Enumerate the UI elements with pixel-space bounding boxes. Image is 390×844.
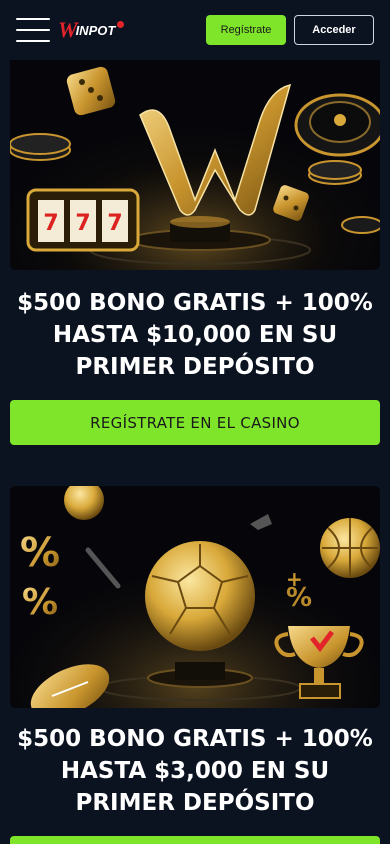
register-sports-button[interactable] — [10, 836, 380, 844]
svg-text:7: 7 — [107, 211, 122, 236]
promo-title-casino: $500 BONO GRATIS + 100% HASTA $10,000 EN… — [17, 290, 373, 380]
top-header: W INPOT Regístrate Acceder — [0, 0, 390, 60]
register-button[interactable]: Regístrate — [206, 15, 286, 45]
svg-text:%: % — [20, 530, 60, 576]
register-casino-button[interactable]: REGÍSTRATE EN EL CASINO — [10, 400, 380, 445]
svg-text:+: + — [286, 567, 303, 591]
casino-banner-image: 7 7 7 — [10, 60, 380, 270]
svg-text:%: % — [22, 582, 58, 623]
login-button[interactable]: Acceder — [294, 15, 374, 45]
svg-text:7: 7 — [75, 211, 90, 236]
svg-text:7: 7 — [43, 211, 58, 236]
menu-icon[interactable] — [16, 18, 50, 42]
sports-banner-image: % % % + — [10, 486, 380, 708]
winpot-logo[interactable]: W INPOT — [58, 17, 125, 43]
promo-title-sports: $500 BONO GRATIS + 100% HASTA $3,000 EN … — [17, 726, 373, 816]
